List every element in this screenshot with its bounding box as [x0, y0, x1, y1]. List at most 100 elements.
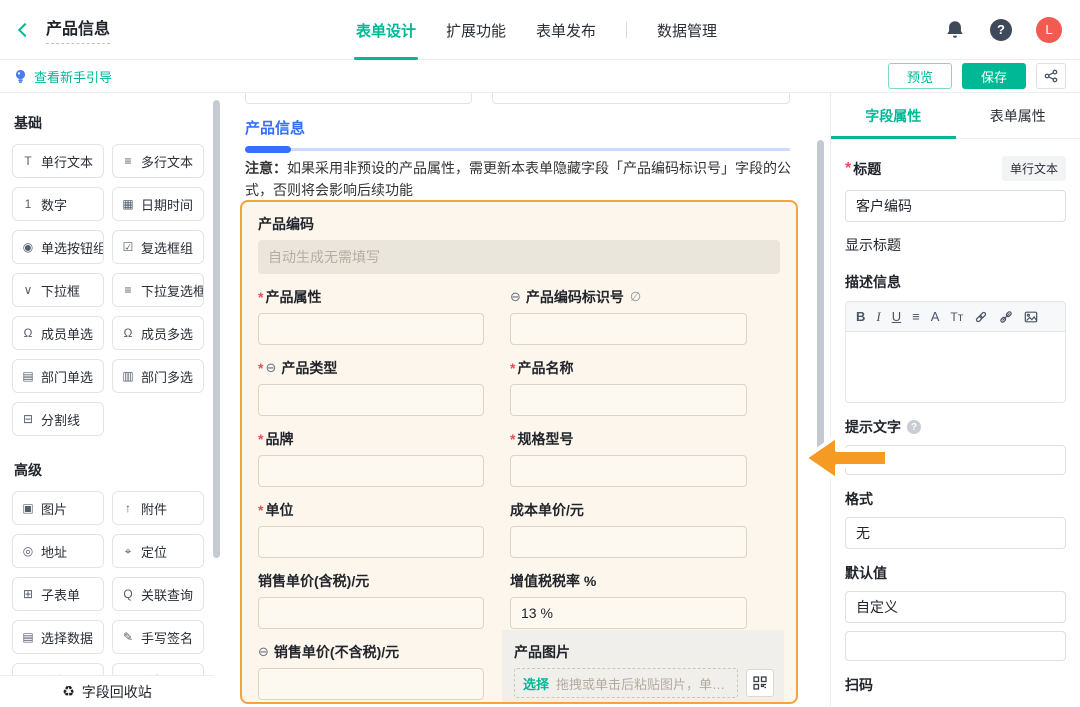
lightbulb-icon — [14, 69, 27, 84]
canvas-scrollbar[interactable] — [817, 140, 824, 450]
number-icon: 1 — [21, 197, 35, 211]
tab-extensions[interactable]: 扩展功能 — [446, 0, 506, 60]
link-icon: ⊖ — [265, 358, 276, 378]
field-type-member-multi[interactable]: Ω成员多选 — [112, 316, 204, 350]
help-icon[interactable]: ? — [990, 19, 1012, 41]
default-value-select[interactable]: 自定义 — [845, 591, 1066, 623]
show-title-label: 显示标题 — [845, 235, 901, 255]
product-type-select[interactable] — [258, 384, 484, 416]
field-label-product-code-id: ⊖产品编码标识号∅ — [510, 287, 780, 307]
field-type-radio-group[interactable]: ◉单选按钮组 — [12, 230, 104, 264]
field-label-brand: *品牌 — [258, 429, 484, 449]
field-type-datetime[interactable]: ▦日期时间 — [112, 187, 204, 221]
divider-icon: ⊟ — [21, 412, 35, 426]
unlink-icon[interactable] — [999, 310, 1013, 324]
format-select[interactable]: 无 — [845, 517, 1066, 549]
field-type-multi-line-text[interactable]: ≡多行文本 — [112, 144, 204, 178]
back-button[interactable] — [16, 21, 34, 39]
share-button[interactable] — [1036, 63, 1066, 89]
field-type-attachment[interactable]: ↑附件 — [112, 491, 204, 525]
field-type-address[interactable]: ◎地址 — [12, 534, 104, 568]
clipped-input-left[interactable] — [245, 93, 472, 104]
field-type-select-data[interactable]: ▤选择数据 — [12, 620, 104, 654]
qr-code-icon — [753, 676, 767, 690]
field-type-number[interactable]: 1数字 — [12, 187, 104, 221]
bold-icon[interactable]: B — [856, 309, 865, 324]
field-type-image[interactable]: ▣图片 — [12, 491, 104, 525]
field-type-dropdown-multi[interactable]: ≡下拉复选框 — [112, 273, 204, 307]
form-canvas: 产品信息 注意：如果采用非预设的产品属性，需更新本表单隐藏字段「产品编码标识号」… — [214, 93, 830, 707]
font-size-icon[interactable]: Tт — [950, 310, 963, 324]
field-type-signature[interactable]: ✎手写签名 — [112, 620, 204, 654]
canvas-section-title[interactable]: 产品信息 — [245, 117, 305, 138]
description-editor[interactable] — [845, 331, 1066, 403]
field-type-chip[interactable]: 单行文本 — [1002, 156, 1066, 181]
checkbox-icon: ☑ — [121, 240, 135, 254]
upload-select-link[interactable]: 选择 — [523, 674, 549, 693]
field-type-single-line-text[interactable]: T单行文本 — [12, 144, 104, 178]
qr-scan-button[interactable] — [746, 669, 774, 697]
field-palette-sidebar: 基础 T单行文本 ≡多行文本 1数字 ▦日期时间 ◉单选按钮组 ☑复选框组 ∨下… — [0, 93, 214, 707]
form-title[interactable]: 产品信息 — [46, 15, 110, 44]
field-type-member-single[interactable]: Ω成员单选 — [12, 316, 104, 350]
target-icon: ⌖ — [121, 544, 135, 559]
field-type-checkbox-group[interactable]: ☑复选框组 — [112, 230, 204, 264]
chevron-left-icon — [18, 22, 32, 36]
field-type-department-single[interactable]: ▤部门单选 — [12, 359, 104, 393]
font-color-icon[interactable]: A — [931, 309, 940, 324]
link-icon[interactable] — [974, 310, 988, 324]
field-type-dropdown[interactable]: ∨下拉框 — [12, 273, 104, 307]
hint-text-input[interactable] — [845, 445, 1066, 475]
beginner-guide-link[interactable]: 查看新手引导 — [14, 67, 112, 86]
tab-form-properties[interactable]: 表单属性 — [956, 93, 1080, 138]
tab-form-publish[interactable]: 表单发布 — [536, 0, 596, 60]
sale-price-untaxed-input[interactable] — [258, 668, 484, 700]
field-type-related-query[interactable]: Q关联查询 — [112, 577, 204, 611]
sidebar-scrollbar[interactable] — [213, 100, 220, 558]
avatar[interactable]: L — [1036, 17, 1062, 43]
notification-bell-icon[interactable] — [944, 19, 966, 41]
field-label-vat-rate: 增值税税率 % — [510, 571, 780, 591]
product-code-input-disabled: 自动生成无需填写 — [258, 240, 780, 274]
product-info-group-selected[interactable]: 产品编码 自动生成无需填写 *产品属性 ⊖产品编码标识号∅ *⊖产品类型 *产品… — [240, 200, 798, 704]
unit-select[interactable] — [258, 526, 484, 558]
preview-button[interactable]: 预览 — [888, 63, 952, 89]
product-name-input[interactable] — [510, 384, 747, 416]
tab-form-design[interactable]: 表单设计 — [356, 0, 416, 60]
cost-price-input[interactable] — [510, 526, 747, 558]
image-upload-dropzone[interactable]: 选择 拖拽或单击后粘贴图片，单张... — [514, 668, 738, 698]
section-notice: 注意：如果采用非预设的产品属性，需更新本表单隐藏字段「产品编码标识号」字段的公式… — [245, 158, 797, 201]
italic-icon[interactable]: I — [876, 309, 880, 325]
section-progress-track — [245, 148, 790, 151]
multi-line-text-icon: ≡ — [121, 154, 135, 168]
sale-price-taxed-input[interactable] — [258, 597, 484, 629]
brand-input[interactable] — [258, 455, 484, 487]
field-type-location[interactable]: ⌖定位 — [112, 534, 204, 568]
insert-image-icon[interactable] — [1024, 310, 1038, 324]
underline-icon[interactable]: U — [892, 309, 901, 324]
field-recycle-bin[interactable]: ♻ 字段回收站 — [0, 675, 214, 707]
title-value-input[interactable] — [845, 190, 1066, 222]
product-code-id-input[interactable] — [510, 313, 747, 345]
field-type-divider[interactable]: ⊟分割线 — [12, 402, 104, 436]
dropdown-multi-icon: ≡ — [121, 283, 135, 297]
field-label-product-attribute: *产品属性 — [258, 287, 484, 307]
product-image-field: 产品图片 选择 拖拽或单击后粘贴图片，单张... — [502, 630, 784, 704]
save-button[interactable]: 保存 — [962, 63, 1026, 89]
align-icon[interactable]: ≡ — [912, 309, 920, 324]
beginner-guide-label: 查看新手引导 — [34, 67, 112, 86]
tab-data-management[interactable]: 数据管理 — [657, 0, 717, 60]
hint-text-label: 提示文字 — [845, 417, 901, 437]
question-icon[interactable]: ? — [907, 420, 921, 434]
spec-model-input[interactable] — [510, 455, 747, 487]
field-type-subform[interactable]: ⊞子表单 — [12, 577, 104, 611]
vat-rate-input[interactable] — [510, 597, 747, 629]
field-label-product-code: 产品编码 — [258, 214, 780, 234]
default-value-input[interactable] — [845, 631, 1066, 661]
clipped-input-right[interactable] — [492, 93, 790, 104]
field-type-department-multi[interactable]: ▥部门多选 — [112, 359, 204, 393]
product-attribute-select[interactable] — [258, 313, 484, 345]
dropdown-icon: ∨ — [21, 283, 35, 297]
format-label: 格式 — [845, 489, 873, 509]
tab-field-properties[interactable]: 字段属性 — [831, 93, 956, 138]
